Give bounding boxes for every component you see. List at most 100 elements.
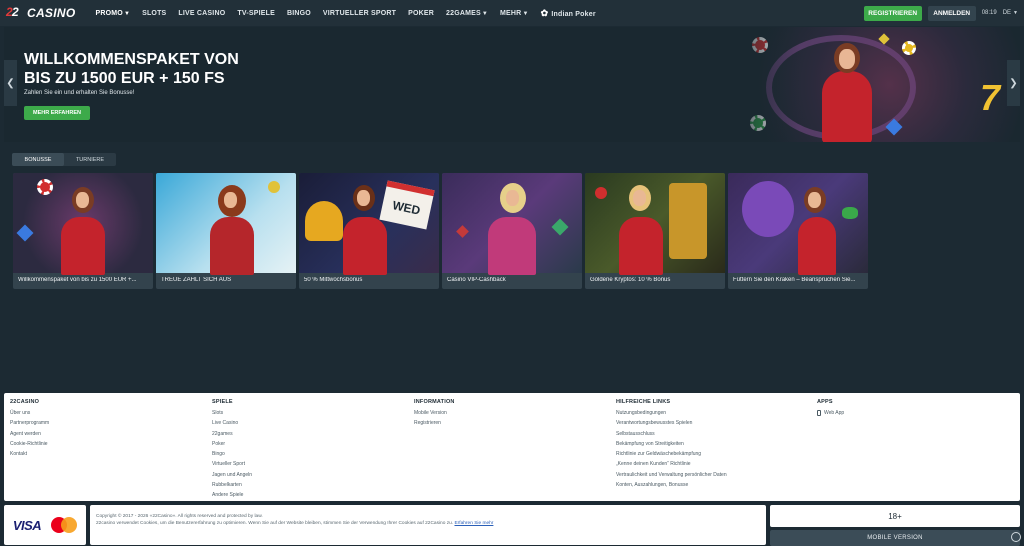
footer-column-title: INFORMATION bbox=[414, 399, 455, 405]
carousel-next-button[interactable]: ❯ bbox=[1007, 60, 1020, 106]
footer-link[interactable]: Partnerprogramm bbox=[10, 420, 49, 430]
footer-link[interactable]: Vertraulichkeit und Verwaltung persönlic… bbox=[616, 472, 727, 482]
logo[interactable]: 22 CASINO bbox=[6, 5, 76, 20]
learn-more-button[interactable]: MEHR ERFAHREN bbox=[24, 106, 90, 120]
clock: 08:19 bbox=[981, 10, 997, 16]
nav-item-slots[interactable]: SLOTS bbox=[136, 10, 172, 17]
promo-card-image: WED bbox=[299, 173, 439, 275]
footer-link[interactable]: Andere Spiele bbox=[212, 492, 252, 502]
promo-card-image bbox=[728, 173, 868, 275]
footer-link[interactable]: Agent werden bbox=[10, 431, 49, 441]
footer-link[interactable]: Slots bbox=[212, 410, 252, 420]
hero-banner[interactable]: 7 ❮ ❯ WILLKOMMENSPAKET VON BIS ZU 1500 E… bbox=[4, 27, 1020, 142]
footer-link[interactable]: Verantwortungsbewusstes Spielen bbox=[616, 420, 727, 430]
footer-link[interactable]: Jagen und Angeln bbox=[212, 472, 252, 482]
copyright-text: Copyright © 2017 - 2026 «22Casino». All … bbox=[96, 514, 263, 519]
footer-link[interactable]: Kontakt bbox=[10, 451, 49, 461]
chevron-down-icon: ▼ bbox=[522, 10, 529, 17]
web-app-link[interactable]: Web App bbox=[817, 410, 844, 416]
nav-item-live-casino[interactable]: LIVE CASINO bbox=[172, 10, 231, 17]
chevron-down-icon: ▼ bbox=[481, 10, 489, 17]
promo-card-image bbox=[442, 173, 582, 275]
visa-logo: VISA bbox=[12, 517, 42, 533]
footer-column-title: HILFREICHE LINKS bbox=[616, 399, 671, 405]
footer-link[interactable]: Nutzungsbedingungen bbox=[616, 410, 727, 420]
nav-item-bingo[interactable]: BINGO bbox=[281, 10, 317, 17]
footer-link[interactable]: Cookie-Richtlinie bbox=[10, 441, 49, 451]
chat-icon[interactable] bbox=[1011, 532, 1021, 542]
nav-item-mehr[interactable]: MEHR▼ bbox=[494, 10, 535, 17]
carousel-prev-button[interactable]: ❮ bbox=[4, 60, 17, 106]
promo-card[interactable]: Willkommenspaket von bis zu 1500 EUR +..… bbox=[13, 173, 153, 289]
language-selector[interactable]: DE bbox=[1003, 10, 1011, 16]
footer-column-22casino: 22CASINO Über uns Partnerprogramm Agent … bbox=[10, 399, 49, 461]
chevron-right-icon: ❯ bbox=[1009, 77, 1018, 89]
nav-item-promo[interactable]: PROMO▼ bbox=[89, 10, 136, 17]
cookie-notice: 22casino verwendet Cookies, um die Benut… bbox=[96, 521, 494, 526]
calendar-icon: WED bbox=[379, 180, 435, 230]
footer-column-apps: APPS Web App bbox=[817, 399, 844, 416]
footer-column-title: APPS bbox=[817, 399, 833, 405]
promo-card-label: Willkommenspaket von bis zu 1500 EUR +..… bbox=[18, 277, 137, 283]
footer-link[interactable]: Mobile Version bbox=[414, 410, 455, 420]
footer-link[interactable]: Richtlinie zur Geldwäschebekämpfung bbox=[616, 451, 727, 461]
footer-link[interactable]: Poker bbox=[212, 441, 252, 451]
promo-card[interactable]: WED 50 % Mittwochsbonus bbox=[299, 173, 439, 289]
nav-item-22games[interactable]: 22GAMES▼ bbox=[440, 10, 494, 17]
footer-column-title: SPIELE bbox=[212, 399, 233, 405]
footer-link[interactable]: „Kenne deinen Kunden“ Richtlinie bbox=[616, 461, 727, 471]
payment-methods: VISA bbox=[4, 505, 86, 545]
footer-link[interactable]: Registrieren bbox=[414, 420, 455, 430]
top-header: 22 CASINO PROMO▼ SLOTS LIVE CASINO TV-SP… bbox=[0, 0, 1024, 26]
footer-links: 22CASINO Über uns Partnerprogramm Agent … bbox=[4, 393, 1020, 501]
footer-link[interactable]: Konten, Auszahlungen, Bonusse bbox=[616, 482, 727, 492]
promo-card-image bbox=[156, 173, 296, 275]
promotions-section: BONUSSE TURNIERE Willkommenspaket von bi… bbox=[4, 145, 1020, 295]
logo-mark: 22 bbox=[6, 5, 19, 19]
lotus-icon: ✿ bbox=[540, 7, 549, 18]
promo-card-label: Goldene Kryptos: 10 % Bonus bbox=[590, 277, 671, 283]
footer-link[interactable]: 22games bbox=[212, 431, 252, 441]
mastercard-logo bbox=[51, 517, 78, 533]
footer-column-spiele: SPIELE Slots Live Casino 22games Poker B… bbox=[212, 399, 252, 503]
footer-link[interactable]: Live Casino bbox=[212, 420, 252, 430]
banner-title: WILLKOMMENSPAKET VON BIS ZU 1500 EUR + 1… bbox=[24, 51, 239, 87]
lucky-seven-icon: 7 bbox=[979, 77, 1000, 118]
footer-column-information: INFORMATION Mobile Version Registrieren bbox=[414, 399, 455, 431]
learn-more-link[interactable]: Erfahren Sie mehr bbox=[454, 521, 493, 526]
nav-item-poker[interactable]: POKER bbox=[402, 10, 440, 17]
promo-card[interactable]: Casino VIP-Cashback bbox=[442, 173, 582, 289]
tab-turniere[interactable]: TURNIERE bbox=[64, 153, 116, 166]
promo-card[interactable]: Füttern Sie den Kraken – Beanspruchen Si… bbox=[728, 173, 868, 289]
promo-card-image bbox=[13, 173, 153, 275]
promo-card[interactable]: Goldene Kryptos: 10 % Bonus bbox=[585, 173, 725, 289]
register-button[interactable]: REGISTRIEREN bbox=[863, 5, 922, 21]
promo-card[interactable]: TREUE ZAHLT SICH AUS bbox=[156, 173, 296, 289]
footer-link[interactable]: Rubbelkarten bbox=[212, 482, 252, 492]
chevron-down-icon: ▼ bbox=[1013, 10, 1018, 16]
promo-card-image bbox=[585, 173, 725, 275]
chevron-left-icon: ❮ bbox=[6, 77, 15, 89]
footer-link[interactable]: Selbstausschluss bbox=[616, 431, 727, 441]
phone-icon bbox=[817, 410, 821, 416]
nav-item-indian-poker[interactable]: ✿ Indian Poker bbox=[535, 8, 602, 19]
banner-subtitle: Zahlen Sie ein und erhalten Sie Bonusse! bbox=[24, 90, 135, 96]
promo-card-label: 50 % Mittwochsbonus bbox=[304, 277, 363, 283]
footer-link[interactable]: Bekämpfung von Streitigkeiten bbox=[616, 441, 727, 451]
logo-text: CASINO bbox=[27, 6, 76, 20]
promo-tabs: BONUSSE TURNIERE bbox=[12, 153, 116, 166]
footer-link[interactable]: Virtueller Sport bbox=[212, 461, 252, 471]
tab-bonusse[interactable]: BONUSSE bbox=[12, 153, 64, 166]
promo-card-label: Casino VIP-Cashback bbox=[447, 277, 506, 283]
nav-item-tv-spiele[interactable]: TV-SPIELE bbox=[231, 10, 281, 17]
footer-column-helpful-links: HILFREICHE LINKS Nutzungsbedingungen Ver… bbox=[616, 399, 727, 492]
footer-link[interactable]: Bingo bbox=[212, 451, 252, 461]
main-nav: PROMO▼ SLOTS LIVE CASINO TV-SPIELE BINGO… bbox=[89, 8, 601, 19]
footer-column-title: 22CASINO bbox=[10, 399, 40, 405]
nav-item-virtueller-sport[interactable]: VIRTUELLER SPORT bbox=[317, 10, 402, 17]
footer-link[interactable]: Über uns bbox=[10, 410, 49, 420]
chevron-down-icon: ▼ bbox=[123, 10, 131, 17]
login-button[interactable]: ANMELDEN bbox=[927, 5, 976, 21]
mobile-version-button[interactable]: MOBILE VERSION bbox=[770, 530, 1020, 546]
promo-card-label: TREUE ZAHLT SICH AUS bbox=[161, 277, 232, 283]
